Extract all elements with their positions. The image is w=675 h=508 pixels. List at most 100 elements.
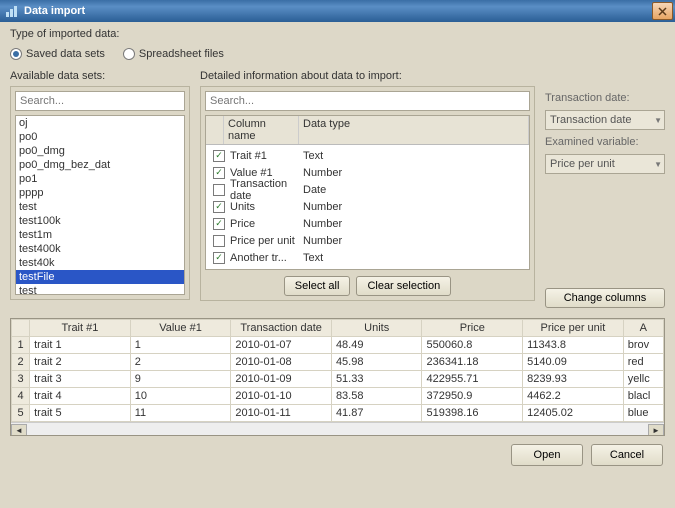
checkbox[interactable] [213, 235, 225, 247]
checkbox[interactable] [213, 167, 225, 179]
chart-icon [5, 4, 19, 18]
table-cell: 5140.09 [523, 354, 624, 371]
list-item[interactable]: po0_dmg_bez_dat [16, 158, 184, 172]
col-header-name[interactable]: Column name [224, 116, 299, 144]
table-cell: trait 5 [30, 405, 131, 422]
table-cell: 83.58 [331, 388, 422, 405]
column-type: Number [303, 167, 525, 179]
col-header-type[interactable]: Data type [299, 116, 529, 144]
dropdown-value: Price per unit [550, 158, 615, 170]
table-header[interactable]: Units [331, 320, 422, 337]
available-search-input[interactable] [15, 91, 185, 111]
table-cell: 48.49 [331, 337, 422, 354]
titlebar: Data import [0, 0, 675, 22]
table-row[interactable]: 5trait 5112010-01-1141.87519398.1612405.… [12, 405, 664, 422]
list-item[interactable]: test400k [16, 242, 184, 256]
table-cell: 8239.93 [523, 371, 624, 388]
chevron-down-icon: ▼ [654, 160, 662, 169]
table-cell: 41.87 [331, 405, 422, 422]
table-cell: 1 [130, 337, 231, 354]
checkbox[interactable] [213, 252, 225, 264]
column-type: Number [303, 201, 525, 213]
list-item[interactable]: test100k [16, 214, 184, 228]
list-item[interactable]: testFile [16, 270, 184, 284]
scroll-right-icon[interactable]: ► [648, 424, 664, 437]
column-row[interactable]: Trait #1Text [206, 147, 529, 164]
table-header[interactable]: Price per unit [523, 320, 624, 337]
column-row[interactable]: Price per unitNumber [206, 232, 529, 249]
available-sets-label: Available data sets: [10, 70, 190, 82]
column-type: Number [303, 235, 525, 247]
column-row[interactable]: Another tr...Text [206, 249, 529, 266]
list-item[interactable]: test [16, 200, 184, 214]
table-row[interactable]: 2trait 222010-01-0845.98236341.185140.09… [12, 354, 664, 371]
table-row[interactable]: 1trait 112010-01-0748.49550060.811343.8b… [12, 337, 664, 354]
radio-icon [10, 48, 22, 60]
checkbox[interactable] [213, 184, 225, 196]
horizontal-scrollbar[interactable]: ◄ ► [11, 422, 664, 436]
preview-table[interactable]: Trait #1Value #1Transaction dateUnitsPri… [10, 318, 665, 436]
scroll-left-icon[interactable]: ◄ [11, 424, 27, 437]
checkbox[interactable] [213, 201, 225, 213]
examined-variable-label: Examined variable: [545, 136, 665, 148]
column-name: Trait #1 [228, 150, 303, 162]
column-row[interactable]: Transaction dateDate [206, 181, 529, 198]
column-name: Transaction date [228, 178, 303, 202]
table-cell: trait 2 [30, 354, 131, 371]
details-search-input[interactable] [205, 91, 530, 111]
list-item[interactable]: test_ [16, 284, 184, 295]
column-row[interactable]: PriceNumber [206, 215, 529, 232]
table-cell: 51.33 [331, 371, 422, 388]
table-cell: 2010-01-09 [231, 371, 332, 388]
column-type: Text [303, 252, 525, 264]
table-cell: 2010-01-11 [231, 405, 332, 422]
transaction-date-dropdown[interactable]: Transaction date ▼ [545, 110, 665, 130]
radio-label: Spreadsheet files [139, 48, 224, 60]
table-cell: 4462.2 [523, 388, 624, 405]
table-cell: 372950.9 [422, 388, 523, 405]
change-columns-button[interactable]: Change columns [545, 288, 665, 308]
table-cell: 2010-01-08 [231, 354, 332, 371]
table-cell: 236341.18 [422, 354, 523, 371]
radio-spreadsheet-files[interactable]: Spreadsheet files [123, 48, 224, 60]
table-cell: brov [623, 337, 663, 354]
list-item[interactable]: po0 [16, 130, 184, 144]
checkbox[interactable] [213, 218, 225, 230]
clear-selection-button[interactable]: Clear selection [356, 276, 451, 296]
open-button[interactable]: Open [511, 444, 583, 466]
column-type: Date [303, 184, 525, 196]
table-cell: 9 [130, 371, 231, 388]
checkbox[interactable] [213, 150, 225, 162]
table-header[interactable]: Trait #1 [30, 320, 131, 337]
table-header[interactable]: A [623, 320, 663, 337]
column-row[interactable]: UnitsNumber [206, 198, 529, 215]
row-number: 3 [12, 371, 30, 388]
close-button[interactable] [652, 2, 673, 20]
table-header[interactable]: Transaction date [231, 320, 332, 337]
column-name: Units [228, 201, 303, 213]
table-row[interactable]: 3trait 392010-01-0951.33422955.718239.93… [12, 371, 664, 388]
radio-saved-data-sets[interactable]: Saved data sets [10, 48, 105, 60]
window-title: Data import [24, 5, 85, 17]
list-item[interactable]: pppp [16, 186, 184, 200]
chevron-down-icon: ▼ [654, 116, 662, 125]
table-cell: 10 [130, 388, 231, 405]
table-header[interactable]: Price [422, 320, 523, 337]
table-row[interactable]: 4trait 4102010-01-1083.58372950.94462.2b… [12, 388, 664, 405]
cancel-button[interactable]: Cancel [591, 444, 663, 466]
list-item[interactable]: test1m [16, 228, 184, 242]
table-header[interactable]: Value #1 [130, 320, 231, 337]
list-item[interactable]: oj [16, 116, 184, 130]
table-header[interactable] [12, 320, 30, 337]
row-number: 5 [12, 405, 30, 422]
examined-variable-dropdown[interactable]: Price per unit ▼ [545, 154, 665, 174]
list-item[interactable]: po0_dmg [16, 144, 184, 158]
list-item[interactable]: test40k [16, 256, 184, 270]
available-sets-list[interactable]: ojpo0po0_dmgpo0_dmg_bez_datpo1pppptestte… [15, 115, 185, 295]
select-all-button[interactable]: Select all [284, 276, 351, 296]
list-item[interactable]: po1 [16, 172, 184, 186]
table-cell: 45.98 [331, 354, 422, 371]
table-cell: 2010-01-10 [231, 388, 332, 405]
radio-label: Saved data sets [26, 48, 105, 60]
table-cell: 2010-01-07 [231, 337, 332, 354]
